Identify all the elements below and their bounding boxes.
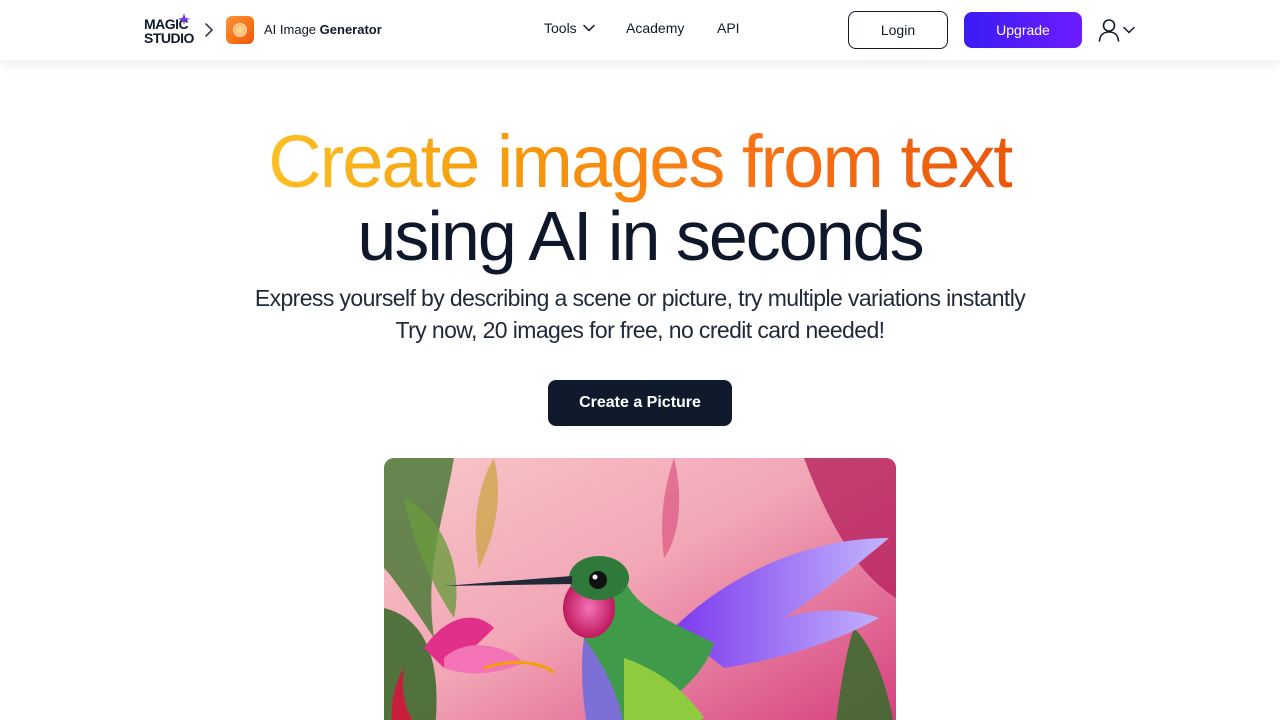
app-name[interactable]: AI Image Generator <box>264 22 382 37</box>
chevron-right-icon <box>205 23 213 37</box>
create-picture-button[interactable]: Create a Picture <box>548 380 732 426</box>
hero-title-highlight: Create images from text <box>0 120 1280 204</box>
nav-tools-dropdown[interactable]: Tools <box>544 20 595 36</box>
sparkle-icon <box>178 13 190 25</box>
user-icon <box>1098 19 1120 42</box>
chevron-down-icon <box>1123 26 1135 34</box>
hummingbird-illustration <box>384 458 896 720</box>
nav-api-label: API <box>717 20 740 36</box>
nav-academy-link[interactable]: Academy <box>626 20 684 36</box>
hero-title-highlight-text: Create images from text <box>268 120 1014 203</box>
hero-subtitle-line1: Express yourself by describing a scene o… <box>254 285 1026 311</box>
logo-text-line2: STUDIO <box>144 30 194 46</box>
top-navigation-bar: MAGIC STUDIO AI Image Generator Tools Ac… <box>0 0 1280 60</box>
app-name-bold: Generator <box>319 22 382 37</box>
nav-academy-label: Academy <box>626 20 685 36</box>
nav-tools-label: Tools <box>544 20 577 36</box>
hummingbird-showcase-image <box>384 458 896 720</box>
magic-studio-logo-mark: MAGIC STUDIO <box>144 13 196 47</box>
hero-subtitle-line2: Try now, 20 images for free, no credit c… <box>395 317 885 343</box>
upgrade-button[interactable]: Upgrade <box>964 12 1082 48</box>
hero-title-rest: using AI in seconds <box>357 197 924 275</box>
nav-api-link[interactable]: API <box>717 20 740 36</box>
login-button[interactable]: Login <box>848 11 948 49</box>
app-name-prefix: AI Image <box>264 22 317 37</box>
user-account-menu[interactable] <box>1098 17 1138 43</box>
chevron-down-icon <box>582 24 595 32</box>
ai-image-generator-app-icon[interactable] <box>226 16 254 44</box>
magic-studio-logo[interactable]: MAGIC STUDIO <box>144 13 196 47</box>
